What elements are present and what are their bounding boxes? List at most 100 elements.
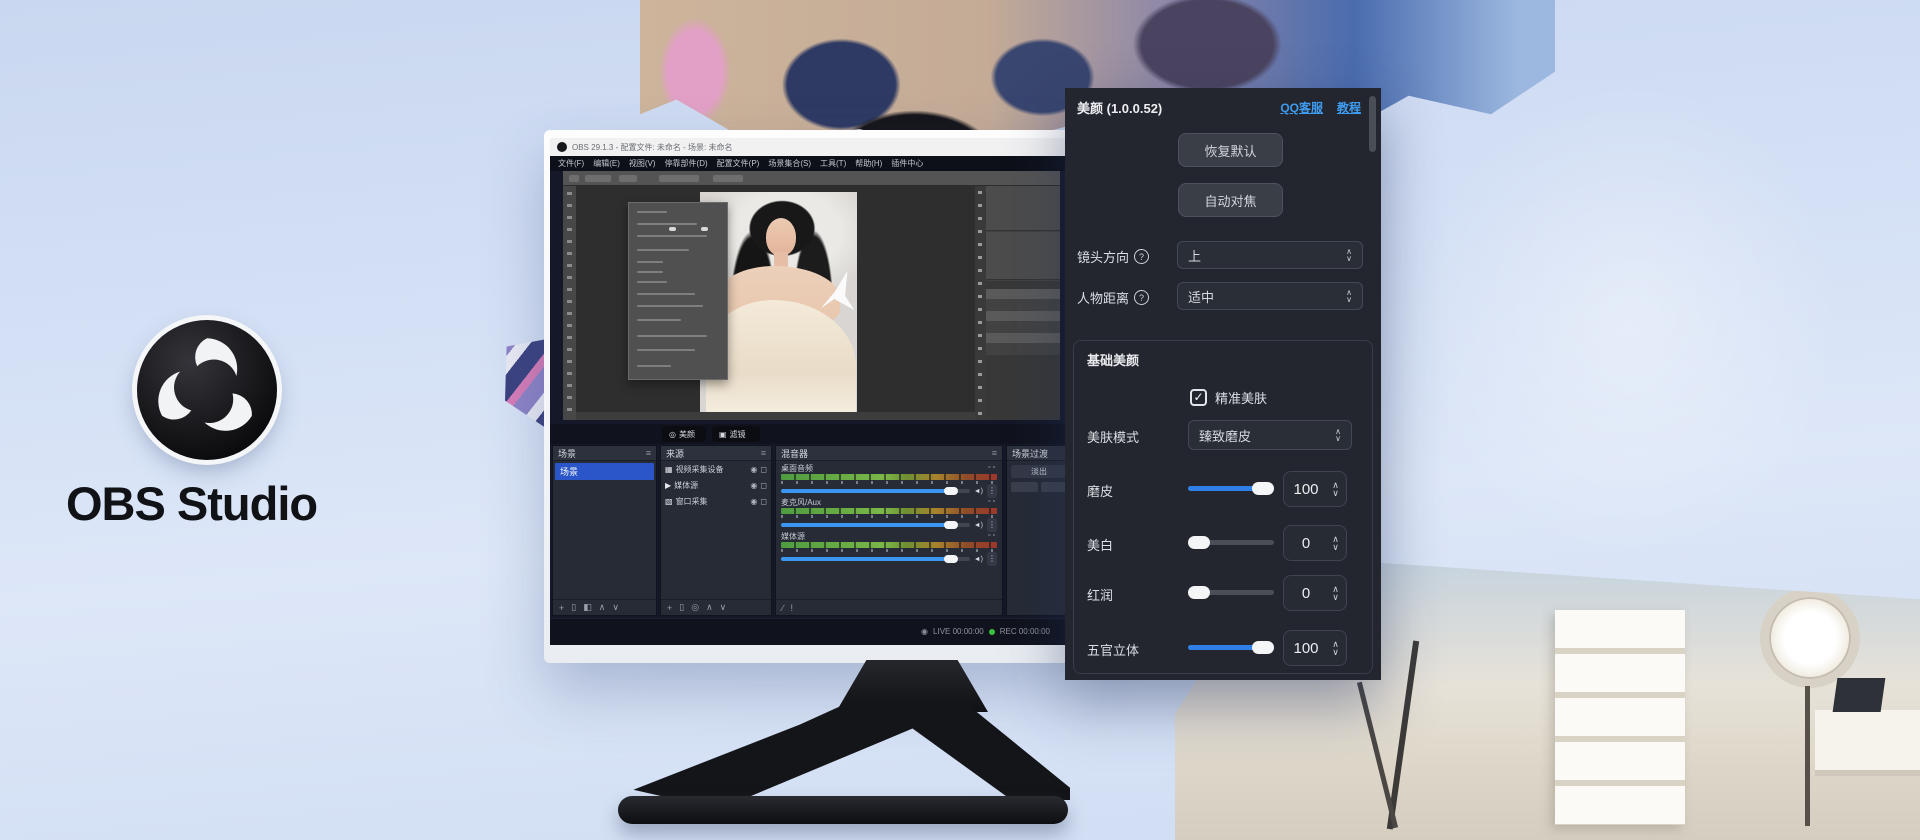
volume-fill [781,489,957,493]
transition-select: 淡出 [1011,465,1067,478]
whitening-spinner[interactable]: 0 ∧∨ [1283,525,1347,561]
remove-source-icon: ▯ [679,602,684,613]
restore-defaults-button[interactable]: 恢复默认 [1178,133,1283,167]
mixer-props-icon: ! [791,603,794,613]
volume-slider [781,489,970,493]
spinner-arrows-icon[interactable]: ∧∨ [1328,640,1346,656]
spinner-arrows-icon[interactable]: ∧∨ [1328,535,1346,551]
ps-canvas [576,186,975,412]
audio-mixer-dock: 混音器 ≡ 桌面音频 ▫▫ ◄) [775,445,1003,616]
mixer-channel-icons: ▫▫ [988,498,997,505]
volume-slider [781,523,970,527]
slider-handle[interactable] [1252,482,1274,495]
skin-mode-select[interactable]: 臻致磨皮 ∧∨ [1188,420,1352,450]
beauty-overlay-icon: ◎ [669,430,676,439]
slider-handle[interactable] [1188,586,1210,599]
mixer-channel: 媒体源 ▫▫ ◄) ⋮ [781,532,997,563]
volume-handle [943,487,957,495]
person-distance-label: 人物距离 ? [1077,288,1149,307]
ps-option-chip [569,175,579,182]
help-icon[interactable]: ? [1134,249,1149,264]
ps-option-chip [713,175,743,182]
dialog-knob [701,227,708,231]
volume-slider [781,557,970,561]
slider-handle[interactable] [1188,536,1210,549]
whitening-label: 美白 [1087,535,1113,554]
obs-statusbar: ◉ LIVE 00:00:00 REC 00:00:00 [550,618,1072,645]
status-dot [989,629,995,635]
panel-scrollbar[interactable] [1369,96,1376,152]
smooth-skin-label: 磨皮 [1087,481,1113,500]
camera-direction-select[interactable]: 上 ∧∨ [1177,241,1363,269]
spinner-arrows-icon[interactable]: ∧∨ [1328,481,1346,497]
smooth-skin-slider[interactable] [1188,486,1274,491]
dialog-line [637,319,681,321]
transition-duration-row [1011,482,1067,492]
meter-ticks [781,549,997,552]
person-distance-select[interactable]: 适中 ∧∨ [1177,282,1363,310]
rosy-slider[interactable] [1188,590,1274,595]
laptop [1833,678,1886,712]
mixer-channel: 桌面音频 ▫▫ ◄) ⋮ [781,464,997,495]
precise-skin-checkbox[interactable]: ✓ [1190,389,1207,406]
menu-edit: 编辑(E) [593,158,620,169]
dialog-line [637,211,667,213]
rosy-spinner[interactable]: 0 ∧∨ [1283,575,1347,611]
spinner-arrows-icon[interactable]: ∧∨ [1328,585,1346,601]
speaker-icon: ◄) [974,488,983,495]
mixer-channel-icons: ▫▫ [988,464,997,471]
visibility-icon: ◉ [750,497,757,506]
obs-window-title: OBS 29.1.3 - 配置文件: 未命名 - 场景: 未命名 [572,142,732,153]
obs-window-titlebar: OBS 29.1.3 - 配置文件: 未命名 - 场景: 未命名 [550,138,1072,156]
scenes-toolbar: + ▯ ◧ ∧ ∨ [553,599,656,615]
face-3d-slider[interactable] [1188,645,1274,650]
source-type-icon: ▦ [665,465,673,474]
face-3d-spinner[interactable]: 100 ∧∨ [1283,630,1347,666]
rosy-label: 红润 [1087,585,1113,604]
obs-spiral-icon [137,320,277,460]
chevron-updown-icon: ∧∨ [1338,248,1362,262]
auto-focus-button[interactable]: 自动对焦 [1178,183,1283,217]
menu-scene-collection: 场景集合(S) [768,158,811,169]
scene-item-selected: 场景 [555,463,654,480]
whitening-slider[interactable] [1188,540,1274,545]
source-type-icon: ▶ [665,481,671,490]
obs-logo-icon [137,320,277,460]
mixer-toolbar: ∕ ! [776,599,1002,615]
source-properties-icon: ◎ [691,602,699,613]
add-scene-icon: + [559,603,564,613]
slider-handle[interactable] [1252,641,1274,654]
promo-background: OBS Studio OBS 29.1.3 - 配置文件: 未命名 - 场景: … [0,0,1920,840]
meter-ticks [781,481,997,484]
live-timer: LIVE 00:00:00 [933,627,984,636]
ring-light [1760,588,1860,688]
ps-options-bar [563,171,1060,186]
lock-icon: ◻ [760,481,767,490]
dialog-line [637,349,695,351]
dialog-line [637,305,703,307]
portrait-face [766,218,796,256]
smooth-skin-spinner[interactable]: 100 ∧∨ [1283,471,1347,507]
dialog-line [637,271,663,273]
volume-handle [943,555,957,563]
scene-down-icon: ∨ [612,602,619,613]
visibility-icon: ◉ [750,481,757,490]
qq-support-link[interactable]: QQ客服 [1280,99,1323,116]
basic-beauty-title: 基础美颜 [1087,350,1139,369]
monitor: OBS 29.1.3 - 配置文件: 未命名 - 场景: 未命名 文件(F) 编… [544,130,1078,663]
camera-direction-label: 镜头方向 ? [1077,247,1149,266]
obs-menubar: 文件(F) 编辑(E) 视图(V) 停靠部件(D) 配置文件(P) 场景集合(S… [550,156,1072,171]
sources-dock-title: 来源 ≡ [661,446,771,461]
menu-file: 文件(F) [558,158,584,169]
volume-meter [781,474,997,480]
mixer-dock-title: 混音器 ≡ [776,446,1002,461]
channel-more-button: ⋮ [987,484,997,498]
rec-timer: REC 00:00:00 [1000,627,1050,636]
tutorial-link[interactable]: 教程 [1337,99,1361,116]
filter-overlay-button: ▣ 滤镜 [712,426,760,442]
background-glow [1420,80,1840,560]
source-up-icon: ∧ [706,602,713,613]
monitor-stand-legs [620,700,1070,802]
help-icon[interactable]: ? [1134,290,1149,305]
ps-panels-column [975,186,1060,420]
